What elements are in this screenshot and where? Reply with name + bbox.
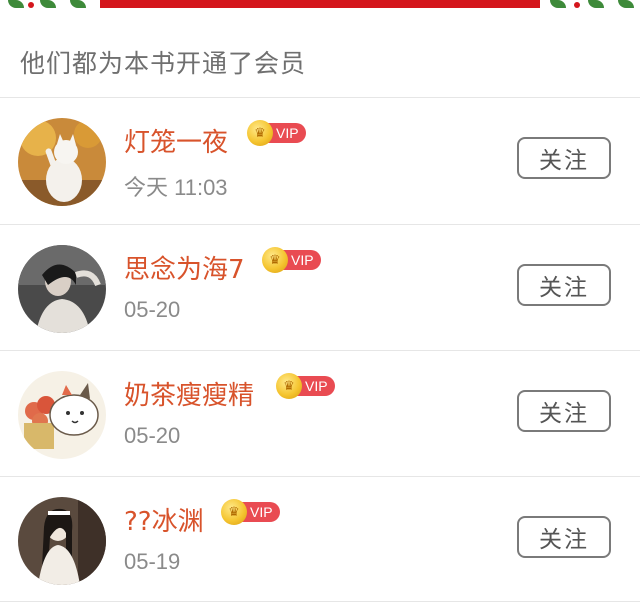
- member-row[interactable]: ??冰渊 ♛ VIP 05-19 关注: [0, 477, 640, 603]
- member-name[interactable]: ??冰渊: [124, 501, 204, 538]
- person-photo-avatar[interactable]: [18, 497, 106, 585]
- crown-icon: ♛: [221, 499, 247, 525]
- white-cat-avatar[interactable]: [18, 118, 106, 206]
- crown-icon: ♛: [247, 120, 273, 146]
- member-row[interactable]: 奶茶瘦瘦精 ♛ VIP 05-20 关注: [0, 351, 640, 477]
- member-name[interactable]: 思念为海7: [124, 249, 245, 286]
- member-name[interactable]: 灯笼一夜: [124, 122, 228, 159]
- follow-button[interactable]: 关注: [517, 137, 611, 179]
- vip-badge: ♛ VIP: [247, 120, 306, 146]
- member-date: 今天 11:03: [124, 175, 228, 200]
- follow-button[interactable]: 关注: [517, 516, 611, 558]
- vip-badge: ♛ VIP: [276, 373, 335, 399]
- crown-icon: ♛: [276, 373, 302, 399]
- section-title: 他们都为本书开通了会员: [20, 49, 307, 78]
- vip-badge: ♛ VIP: [262, 247, 321, 273]
- member-name[interactable]: 奶茶瘦瘦精: [124, 375, 254, 412]
- vip-badge: ♛ VIP: [221, 499, 280, 525]
- member-date: 05-20: [124, 297, 181, 322]
- follow-button[interactable]: 关注: [517, 390, 611, 432]
- member-row[interactable]: 思念为海7 ♛ VIP 05-20 关注: [0, 225, 640, 351]
- holly-decoration-left: [0, 0, 100, 11]
- crown-icon: ♛: [262, 247, 288, 273]
- cartoon-cat-avatar[interactable]: [18, 371, 106, 459]
- holly-decoration-right: [540, 0, 640, 11]
- banner-red-strip: [100, 0, 540, 8]
- member-date: 05-20: [124, 423, 181, 448]
- top-banner: [0, 0, 640, 11]
- member-date: 05-19: [124, 549, 181, 574]
- member-row[interactable]: 灯笼一夜 ♛ VIP 今天 11:03 关注: [0, 98, 640, 224]
- person-photo-avatar[interactable]: [18, 245, 106, 333]
- follow-button[interactable]: 关注: [517, 264, 611, 306]
